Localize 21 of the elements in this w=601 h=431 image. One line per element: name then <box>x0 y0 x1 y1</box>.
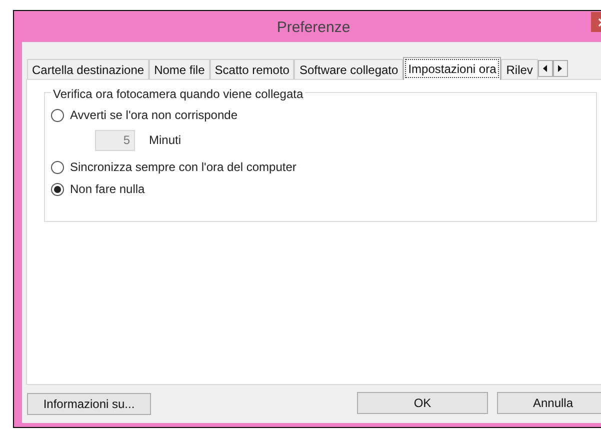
scroll-right-button[interactable] <box>552 60 568 77</box>
tab[interactable]: Scatto remoto <box>210 59 294 79</box>
radio-label: Non fare nulla <box>70 181 145 198</box>
radio-label: Avverti se l'ora non corrisponde <box>70 107 238 124</box>
left-arrow-icon <box>543 65 548 72</box>
ok-button[interactable]: OK <box>357 392 488 414</box>
minutes-label: Minuti <box>149 132 182 149</box>
radio-label: Sincronizza sempre con l'ora del computer <box>70 159 296 176</box>
tab[interactable]: Software collegato <box>294 59 404 79</box>
radio-button[interactable] <box>51 182 64 196</box>
window-title: Preferenze <box>276 18 350 38</box>
about-button[interactable]: Informazioni su... <box>27 393 151 415</box>
tab[interactable]: Nome file <box>149 59 210 79</box>
tab[interactable]: Cartella destinazione <box>27 59 150 79</box>
radio-button[interactable] <box>51 160 64 174</box>
scroll-left-button[interactable] <box>538 60 553 77</box>
cancel-button[interactable]: Annulla <box>497 392 601 414</box>
radio-button[interactable] <box>51 108 64 122</box>
tab[interactable]: Impostazioni ora <box>403 57 502 80</box>
tab[interactable]: Rilev <box>501 59 538 79</box>
right-arrow-icon <box>558 65 562 72</box>
